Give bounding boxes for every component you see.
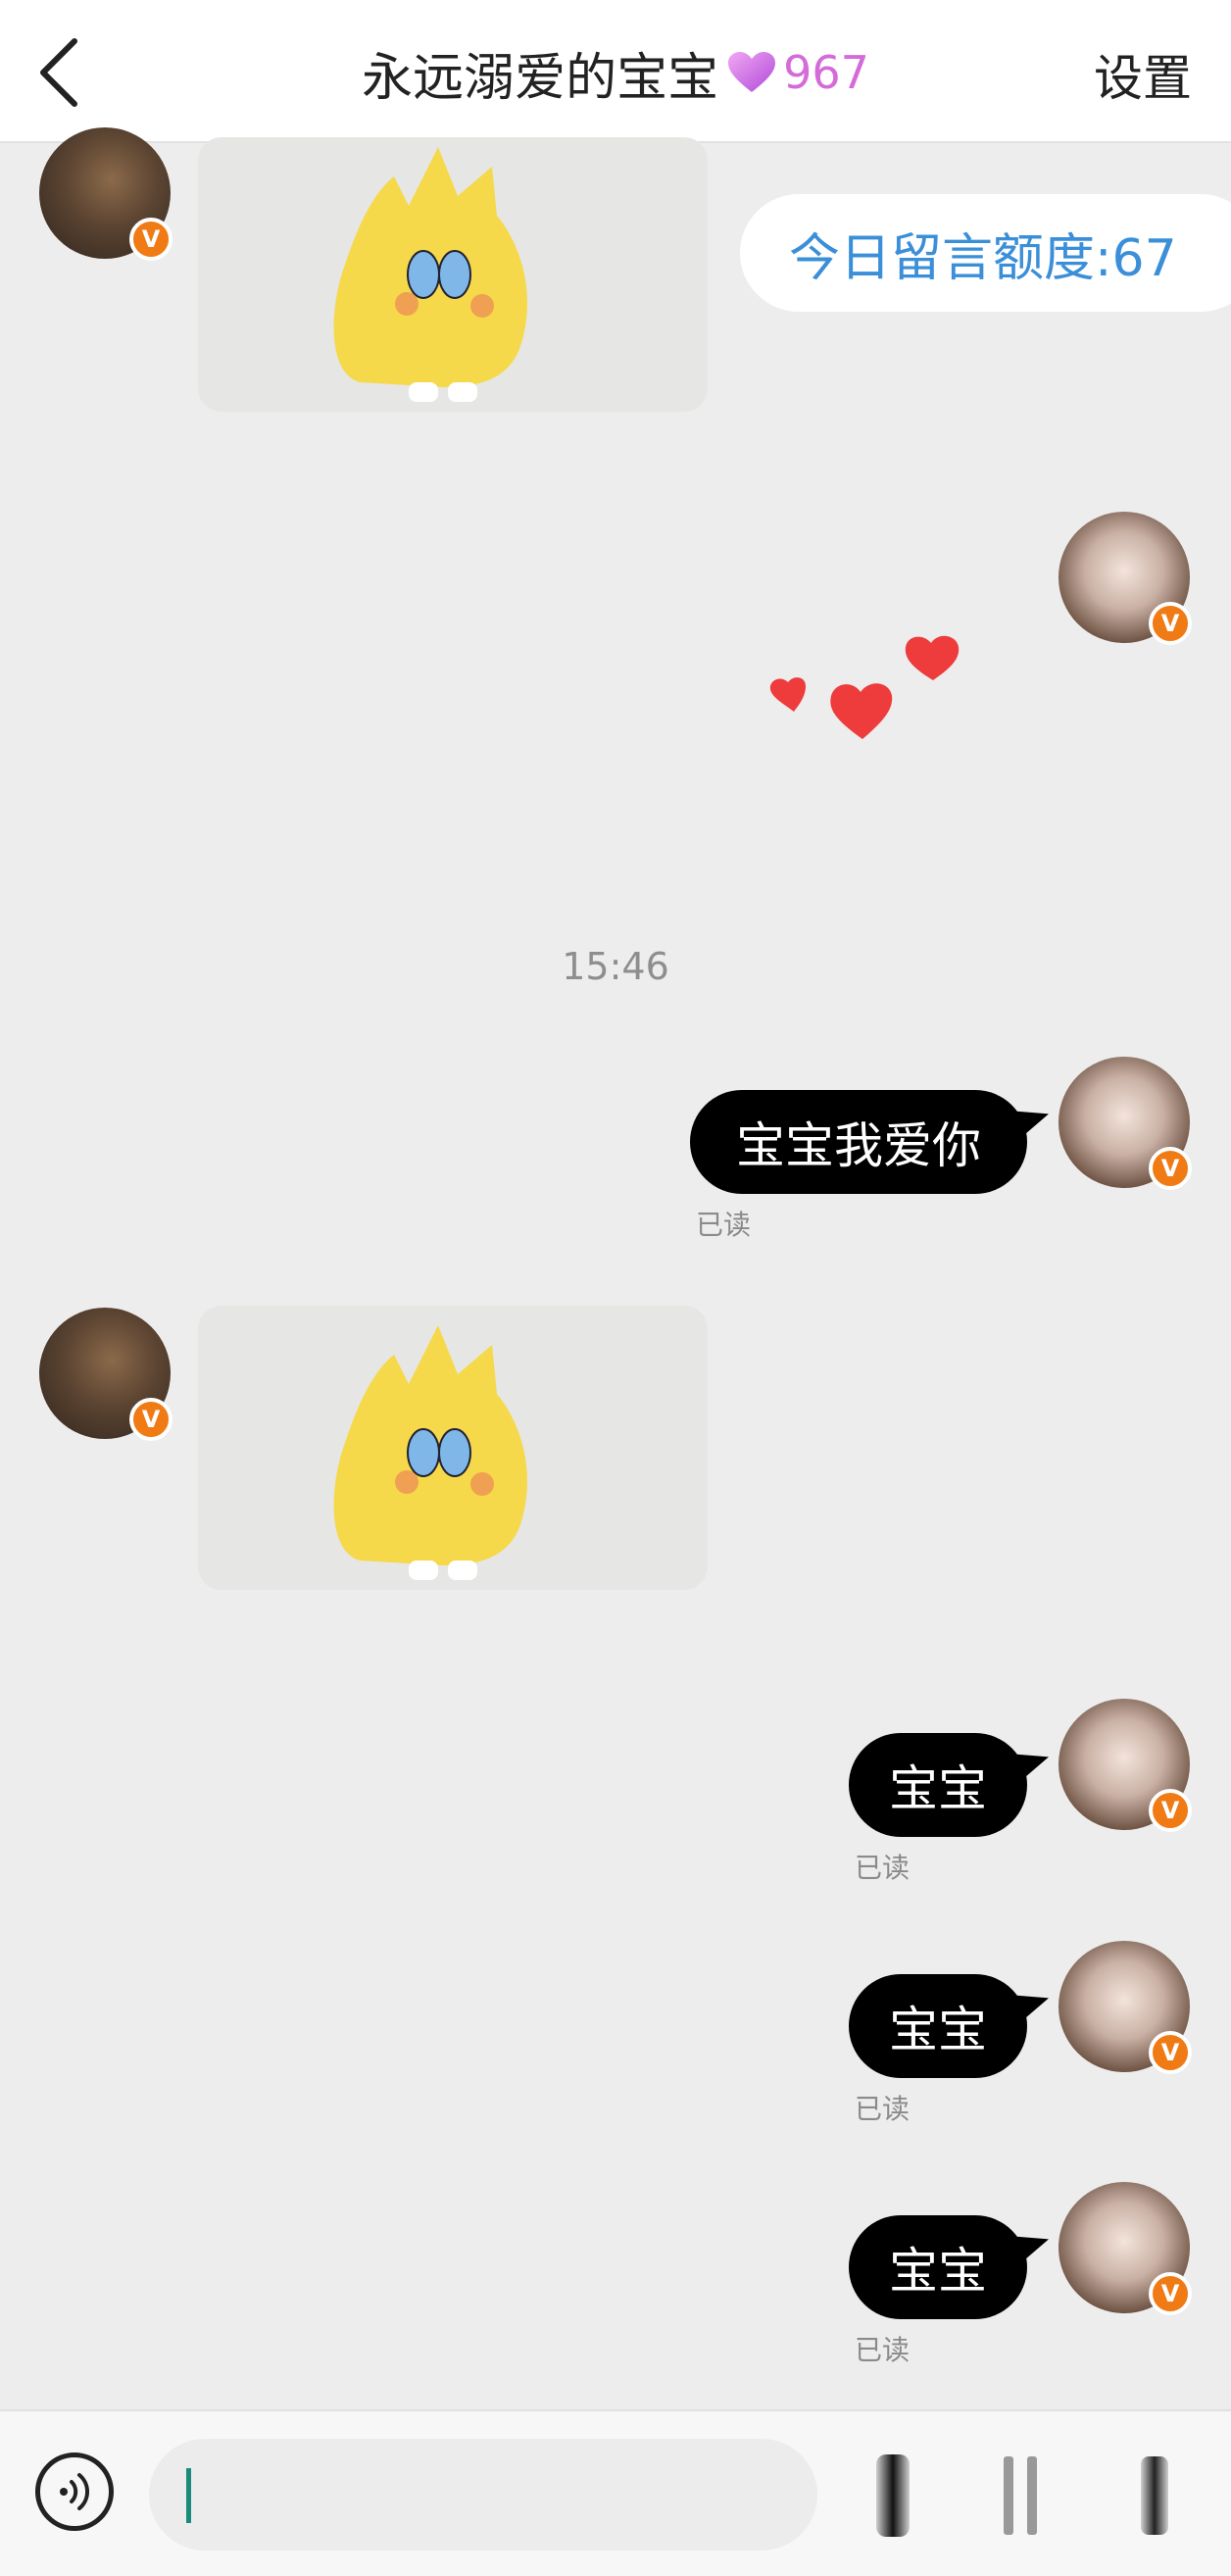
my-avatar[interactable]: V (1059, 1941, 1192, 2074)
verified-badge-icon: V (129, 218, 172, 261)
message-text: 宝宝 (889, 1760, 987, 1817)
intimacy-value: 967 (783, 46, 869, 99)
yellow-mascot-sticker (333, 147, 527, 402)
heart-gem-icon (728, 52, 776, 92)
verified-badge-icon: V (129, 1398, 172, 1441)
more-icon[interactable] (1137, 2451, 1172, 2541)
chat-header: 永远溺爱的宝宝 967 设置 (0, 0, 1231, 143)
text-message-bubble[interactable]: 宝宝我爱你 (690, 1090, 1027, 1194)
timestamp: 15:46 (562, 945, 669, 988)
message-input[interactable] (149, 2439, 817, 2551)
verified-badge-icon: V (1149, 2272, 1192, 2315)
read-status: 已读 (855, 1852, 911, 1884)
friend-avatar[interactable]: V (39, 1308, 172, 1441)
chat-title: 永远溺爱的宝宝 (362, 48, 719, 108)
my-avatar[interactable]: V (1059, 1699, 1192, 1832)
text-message-bubble[interactable]: 宝宝 (849, 1974, 1027, 2078)
sticker-icon[interactable] (872, 2451, 913, 2541)
text-message-bubble[interactable]: 宝宝 (849, 1733, 1027, 1837)
verified-badge-icon: V (1149, 1147, 1192, 1190)
read-status: 已读 (855, 2334, 911, 2366)
title-group: 永远溺爱的宝宝 967 (0, 33, 1231, 112)
text-caret (186, 2468, 191, 2523)
my-avatar[interactable]: V (1059, 1057, 1192, 1190)
my-avatar[interactable]: V (1059, 2182, 1192, 2315)
gift-icon[interactable] (998, 2451, 1045, 2541)
message-text: 宝宝 (889, 2002, 987, 2058)
sticker-message[interactable] (198, 1306, 708, 1590)
message-text: 宝宝 (889, 2243, 987, 2300)
input-bar (0, 2409, 1231, 2576)
friend-avatar[interactable]: V (39, 127, 172, 261)
read-status: 已读 (696, 1209, 752, 1241)
verified-badge-icon: V (1149, 1789, 1192, 1832)
message-text: 宝宝我爱你 (736, 1117, 981, 1174)
yellow-mascot-sticker (333, 1325, 527, 1580)
hearts-sticker[interactable] (764, 618, 980, 755)
my-avatar[interactable]: V (1059, 512, 1192, 645)
sticker-message[interactable] (198, 137, 708, 412)
text-message-bubble[interactable]: 宝宝 (849, 2215, 1027, 2319)
quota-text: 今日留言额度:67 (789, 228, 1177, 288)
voice-button[interactable] (35, 2452, 114, 2531)
voice-icon (60, 2473, 90, 2510)
settings-button[interactable]: 设置 (1094, 39, 1192, 110)
message-quota-badge: 今日留言额度:67 (740, 194, 1231, 312)
read-status: 已读 (855, 2093, 911, 2125)
verified-badge-icon: V (1149, 602, 1192, 645)
verified-badge-icon: V (1149, 2031, 1192, 2074)
